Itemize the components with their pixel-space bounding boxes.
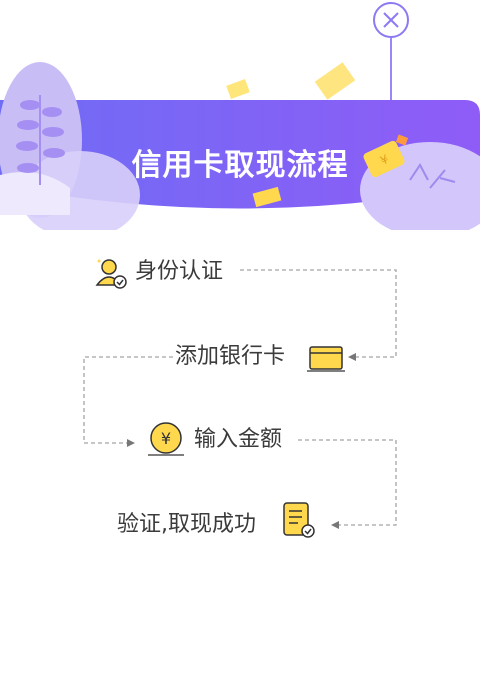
svg-text:¥: ¥ bbox=[161, 429, 171, 448]
step-add-card-label: 添加银行卡 bbox=[175, 344, 286, 369]
step-success bbox=[278, 497, 318, 545]
step-amount: ¥ bbox=[146, 418, 186, 462]
user-verified-icon bbox=[95, 259, 127, 289]
step-success-label: 验证,取现成功 bbox=[117, 512, 256, 537]
yen-coin-icon: ¥ bbox=[148, 422, 184, 456]
flow-connector bbox=[83, 269, 397, 529]
step-add-card bbox=[306, 338, 346, 378]
step-identity bbox=[93, 255, 129, 295]
receipt-check-icon bbox=[283, 502, 315, 538]
step-identity-label: 身份认证 bbox=[135, 259, 224, 284]
step-amount-label: 输入金额 bbox=[194, 427, 283, 452]
bank-card-icon bbox=[307, 346, 345, 372]
